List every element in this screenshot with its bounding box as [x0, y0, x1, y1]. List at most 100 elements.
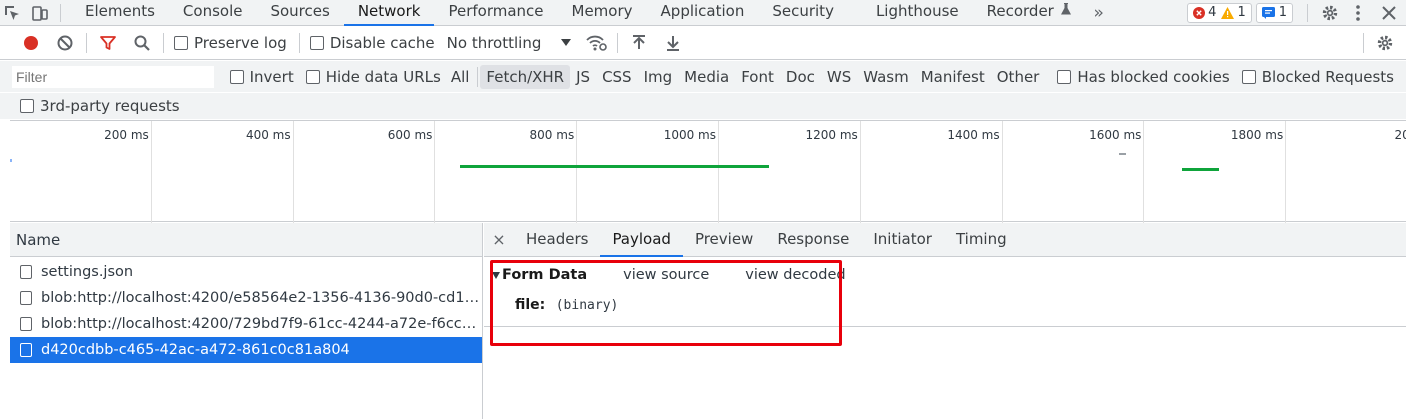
search-icon[interactable] — [129, 30, 155, 56]
form-data-key: file: — [515, 297, 546, 313]
request-row[interactable]: blob:http://localhost:4200/e58564e2-1356… — [10, 285, 482, 311]
network-toolbar: Preserve log Disable cache No throttling — [0, 27, 1406, 60]
has-blocked-cookies-box[interactable] — [1057, 69, 1072, 84]
filter-input[interactable] — [11, 64, 215, 89]
settings-gear-icon[interactable] — [1316, 4, 1344, 22]
detail-tab-preview[interactable]: Preview — [683, 223, 765, 257]
tab-sources[interactable]: Sources — [256, 0, 343, 26]
timeline-marker — [1119, 153, 1126, 155]
tab-elements[interactable]: Elements — [71, 0, 169, 26]
clear-icon[interactable] — [52, 30, 78, 56]
detail-tab-response[interactable]: Response — [765, 223, 861, 257]
filter-type-all[interactable]: All — [445, 65, 476, 89]
request-row-selected[interactable]: d420cdbb-c465-42ac-a472-861c0c81a804 — [10, 337, 482, 363]
third-party-label: 3rd-party requests — [40, 97, 180, 115]
toolbar-separator — [163, 33, 164, 53]
export-har-icon[interactable] — [660, 30, 686, 56]
filter-type-doc[interactable]: Doc — [780, 65, 821, 89]
file-icon — [20, 265, 32, 279]
form-data-value: (binary) — [555, 298, 619, 313]
filter-type-font[interactable]: Font — [735, 65, 780, 89]
has-blocked-cookies-checkbox[interactable]: Has blocked cookies — [1057, 68, 1230, 86]
tab-memory[interactable]: Memory — [558, 0, 647, 26]
view-decoded-link[interactable]: view decoded — [745, 267, 845, 283]
message-count: 1 — [1278, 5, 1287, 20]
preserve-log-checkbox[interactable]: Preserve log — [174, 34, 287, 52]
tab-application[interactable]: Application — [647, 0, 759, 26]
filter-type-media[interactable]: Media — [678, 65, 735, 89]
main-tabs: Elements Console Sources Network Perform… — [71, 0, 1079, 26]
blocked-requests-checkbox[interactable]: Blocked Requests — [1241, 67, 1394, 86]
preserve-log-box[interactable] — [174, 36, 188, 50]
toolbar-separator — [86, 33, 87, 53]
filter-type-manifest[interactable]: Manifest — [915, 65, 991, 89]
blocked-requests-box[interactable] — [1241, 69, 1256, 84]
record-stop-icon[interactable] — [18, 30, 44, 56]
tab-security[interactable]: Security — [758, 0, 848, 26]
issues-badge[interactable]: 4 1 — [1187, 2, 1252, 23]
filter-type-ws[interactable]: WS — [821, 65, 857, 89]
warning-icon — [1221, 6, 1235, 19]
import-har-icon[interactable] — [626, 30, 652, 56]
messages-badge[interactable]: 1 — [1255, 2, 1293, 23]
detail-tab-headers[interactable]: Headers — [514, 223, 600, 257]
disable-cache-box[interactable] — [309, 36, 324, 50]
close-devtools-icon[interactable] — [1372, 5, 1406, 20]
request-row[interactable]: settings.json — [10, 259, 482, 285]
request-name: blob:http://localhost:4200/e58564e2-1356… — [41, 290, 482, 306]
filter-type-fetch-xhr[interactable]: Fetch/XHR — [480, 64, 571, 89]
form-data-section: Form Data view source view decoded file:… — [484, 257, 1406, 327]
filter-type-css[interactable]: CSS — [596, 65, 638, 89]
devtools-tab-bar: Elements Console Sources Network Perform… — [0, 0, 1406, 26]
request-row[interactable]: blob:http://localhost:4200/729bd7f9-61cc… — [10, 311, 482, 337]
hide-data-urls-box[interactable] — [305, 69, 320, 84]
view-source-link[interactable]: view source — [623, 267, 709, 283]
network-settings-gear-icon[interactable] — [1372, 30, 1398, 56]
filter-separator — [477, 66, 479, 87]
inspect-element-icon[interactable] — [0, 3, 24, 23]
timeline-request-bar — [460, 165, 769, 168]
third-party-box[interactable] — [20, 99, 34, 113]
detail-tab-initiator[interactable]: Initiator — [861, 223, 944, 257]
timeline-tick-label: 2000 — [1394, 128, 1406, 142]
third-party-row: 3rd-party requests — [0, 93, 1406, 119]
tab-network[interactable]: Network — [343, 0, 435, 26]
disable-cache-checkbox[interactable]: Disable cache — [309, 34, 435, 52]
toolbar-separator — [1363, 33, 1364, 53]
filter-type-js[interactable]: JS — [570, 65, 596, 89]
more-tabs-icon[interactable]: » — [1079, 3, 1119, 23]
timeline-overview[interactable]: 200 ms 400 ms 600 ms 800 ms 1000 ms 1200 ms 14… — [10, 120, 1406, 223]
hide-data-urls-label: Hide data URLs — [325, 67, 441, 86]
filter-type-img[interactable]: Img — [638, 65, 679, 89]
request-detail-pane: × Headers Payload Preview Response Initi… — [484, 223, 1406, 419]
detail-tab-timing[interactable]: Timing — [944, 223, 1019, 257]
invert-checkbox[interactable]: Invert — [229, 68, 294, 86]
tab-performance[interactable]: Performance — [434, 0, 557, 26]
third-party-checkbox[interactable]: 3rd-party requests — [20, 97, 180, 115]
form-data-header[interactable]: Form Data view source view decoded — [492, 267, 846, 283]
device-toolbar-icon[interactable] — [28, 3, 52, 23]
name-column-header[interactable]: Name — [10, 223, 482, 257]
filter-funnel-icon[interactable] — [95, 30, 121, 56]
hide-data-urls-checkbox[interactable]: Hide data URLs — [305, 67, 441, 86]
filter-bar: Invert Hide data URLs All Fetch/XHR JS C… — [0, 61, 1406, 92]
tab-console[interactable]: Console — [169, 0, 257, 26]
tab-recorder[interactable]: Recorder — [973, 0, 1079, 26]
network-conditions-icon[interactable] — [583, 30, 609, 56]
close-detail-icon[interactable]: × — [484, 230, 514, 249]
file-icon — [20, 343, 32, 357]
throttling-select[interactable]: No throttling — [447, 34, 572, 52]
tab-separator — [1307, 3, 1308, 22]
blocked-requests-label: Blocked Requests — [1261, 67, 1394, 86]
disable-cache-label: Disable cache — [329, 34, 435, 52]
detail-tab-payload[interactable]: Payload — [600, 223, 683, 257]
invert-box[interactable] — [229, 69, 244, 84]
tab-recorder-label: Recorder — [986, 1, 1054, 20]
filter-type-wasm[interactable]: Wasm — [857, 65, 915, 89]
flask-icon — [1059, 2, 1073, 16]
tab-lighthouse[interactable]: Lighthouse — [862, 0, 973, 26]
more-options-icon[interactable] — [1344, 4, 1372, 21]
filter-type-other[interactable]: Other — [991, 65, 1046, 89]
expand-triangle-icon[interactable] — [492, 271, 500, 279]
error-icon — [1193, 6, 1206, 19]
